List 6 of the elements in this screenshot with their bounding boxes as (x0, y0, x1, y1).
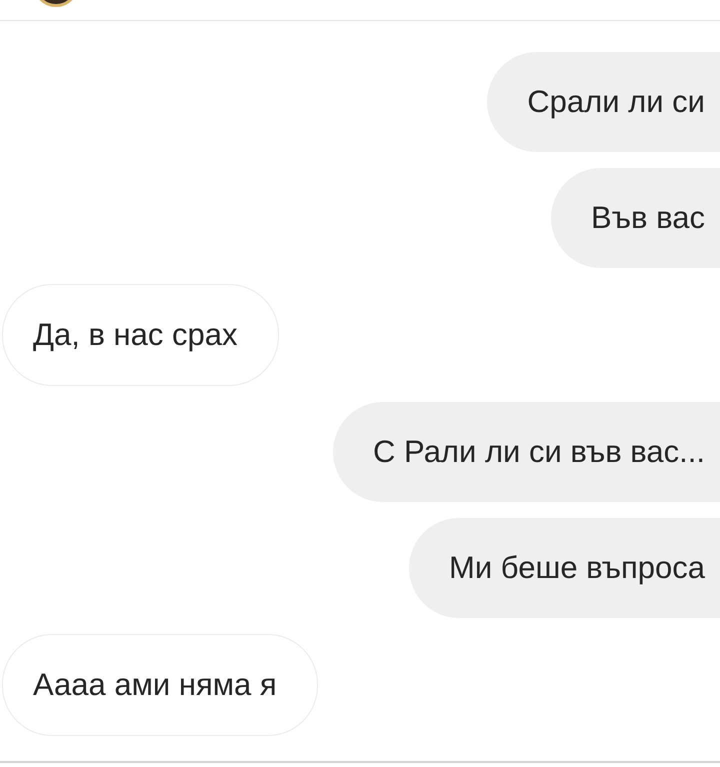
sent-message: С Рали ли си във вас... (333, 402, 720, 502)
sent-message: Във вас (551, 168, 720, 268)
sent-message: Ми беше въпроса (409, 518, 720, 618)
received-message: Аааа ами няма я (2, 634, 318, 736)
received-message: Да, в нас срах (2, 284, 278, 386)
sent-message: Срали ли си (487, 52, 720, 152)
